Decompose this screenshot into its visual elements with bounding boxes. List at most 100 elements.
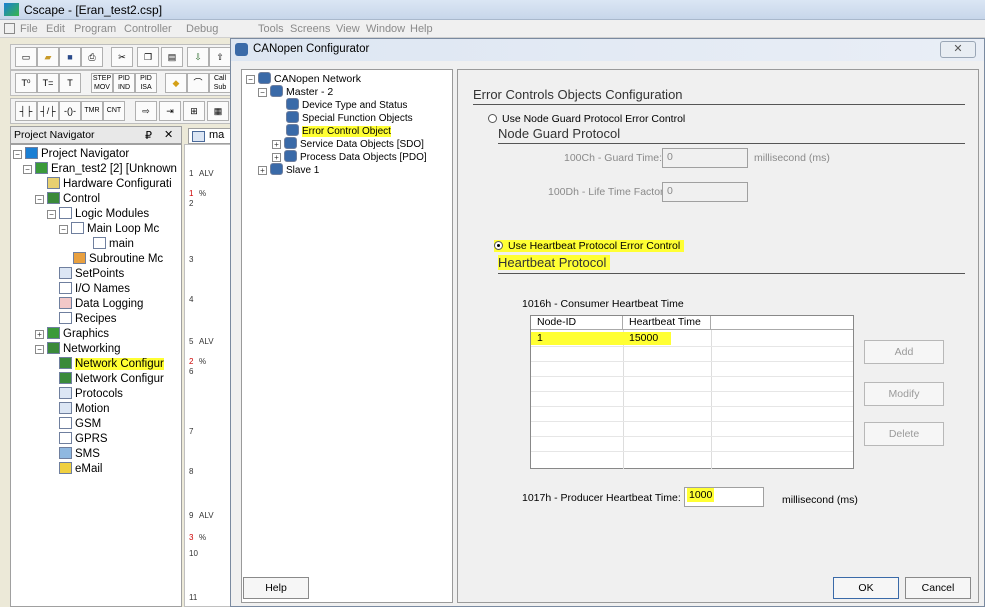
tree-item-io-names[interactable]: I/O Names — [59, 282, 130, 297]
tree-item-control[interactable]: − Control — [35, 192, 100, 207]
collapse-icon[interactable]: − — [35, 345, 44, 354]
slave-icon — [270, 163, 283, 175]
expand-icon[interactable]: + — [258, 166, 267, 175]
print-icon[interactable]: ⎙ — [81, 47, 103, 67]
menu-tools[interactable]: Tools — [258, 23, 284, 35]
tree-item-networking[interactable]: − Networking — [35, 342, 121, 357]
upload-icon[interactable]: ⇧ — [209, 47, 231, 67]
menu-window[interactable]: Window — [366, 23, 405, 35]
menu-view[interactable]: View — [336, 23, 360, 35]
ladder-editor[interactable]: 1 ALV 1 % 2 3 4 5 ALV 2 % 6 7 8 9 ALV 3 … — [184, 144, 232, 607]
app-icon — [4, 3, 19, 16]
menu-file[interactable]: File — [20, 23, 38, 35]
expand-icon[interactable]: + — [272, 140, 281, 149]
collapse-icon[interactable]: − — [258, 88, 267, 97]
grid-icon[interactable]: ▦ — [207, 101, 229, 121]
tag-icon[interactable]: ◆ — [165, 73, 187, 93]
tree-item-hardware[interactable]: Hardware Configurati — [47, 177, 172, 192]
copy-icon[interactable]: ❐ — [137, 47, 159, 67]
open-folder-icon[interactable]: ▰ — [37, 47, 59, 67]
ok-button[interactable]: OK — [833, 577, 899, 599]
tree-item-email[interactable]: eMail — [59, 462, 102, 477]
menu-debug[interactable]: Debug — [186, 23, 218, 35]
text-t-eq-button[interactable]: T= — [37, 73, 59, 93]
collapse-icon[interactable]: − — [47, 210, 56, 219]
collapse-icon[interactable]: − — [23, 165, 32, 174]
tree-item-main-loop[interactable]: − Main Loop Mc — [59, 222, 159, 237]
tree-label: GPRS — [75, 433, 108, 445]
menu-screens[interactable]: Screens — [290, 23, 330, 35]
delete-button[interactable]: Delete — [864, 422, 944, 446]
tree-item-network-config-1[interactable]: Network Configur — [59, 357, 164, 372]
cancel-button[interactable]: Cancel — [905, 577, 971, 599]
contact-no-icon[interactable]: ┤├ — [15, 101, 37, 121]
tree-item-main[interactable]: main — [93, 237, 134, 252]
function-block-icon[interactable]: ⊞ — [183, 101, 205, 121]
menu-file-icon[interactable] — [4, 23, 15, 34]
close-icon[interactable]: ✕ — [164, 128, 173, 141]
expand-icon[interactable]: + — [272, 153, 281, 162]
call-sub-button[interactable]: Call Sub — [209, 73, 231, 93]
dialog-close-button[interactable]: ✕ — [940, 41, 976, 58]
tmr-button[interactable]: TMR — [81, 101, 103, 121]
save-icon[interactable]: ■ — [59, 47, 81, 67]
new-file-icon[interactable]: ▭ — [15, 47, 37, 67]
tree-item-gprs[interactable]: GPRS — [59, 432, 108, 447]
pid-isa-button[interactable]: PID ISA — [135, 73, 157, 93]
download-icon[interactable]: ⇩ — [187, 47, 209, 67]
tree-item-motion[interactable]: Motion — [59, 402, 110, 417]
tree-item-logic-modules[interactable]: − Logic Modules — [47, 207, 149, 222]
coil-icon[interactable]: -()- — [59, 101, 81, 121]
collapse-icon[interactable]: − — [59, 225, 68, 234]
tree-item-sms[interactable]: SMS — [59, 447, 100, 462]
pid-ind-button[interactable]: PID IND — [113, 73, 135, 93]
cnt-button[interactable]: CNT — [103, 101, 125, 121]
text-t-button[interactable]: T — [59, 73, 81, 93]
collapse-icon[interactable]: − — [246, 75, 255, 84]
expand-icon[interactable]: + — [35, 330, 44, 339]
editor-tab[interactable]: ma — [188, 128, 232, 144]
producer-heartbeat-field[interactable]: 1000 — [684, 487, 764, 507]
life-time-factor-field[interactable]: 0 — [662, 182, 748, 202]
cut-icon[interactable]: ✂ — [111, 47, 133, 67]
heartbeat-radio-circle[interactable] — [494, 241, 503, 250]
tree-item-recipes[interactable]: Recipes — [59, 312, 117, 327]
tree-item-network-config-2[interactable]: Network Configur — [59, 372, 164, 387]
tree-item-graphics[interactable]: + Graphics — [35, 327, 109, 342]
node-guard-radio-circle[interactable] — [488, 114, 497, 123]
node-guard-radio[interactable]: Use Node Guard Protocol Error Control — [488, 113, 685, 125]
tree-item-subroutine[interactable]: Subroutine Mc — [73, 252, 163, 267]
tree-item-protocols[interactable]: Protocols — [59, 387, 123, 402]
heartbeat-table[interactable]: Node-ID Heartbeat Time 1 15000 — [530, 315, 854, 469]
contact-nc-icon[interactable]: ┤/├ — [37, 101, 59, 121]
paste-icon[interactable]: ▤ — [161, 47, 183, 67]
curve-icon[interactable]: ⌒ — [187, 73, 209, 93]
cn-item-slave[interactable]: + Slave 1 — [258, 163, 319, 178]
text-t0-button[interactable]: T⁰ — [15, 73, 37, 93]
tree-item-project[interactable]: − Eran_test2 [2] [Unknown — [23, 162, 177, 177]
arrow-right-icon[interactable]: ⇨ — [135, 101, 157, 121]
menu-help[interactable]: Help — [410, 23, 433, 35]
modify-button[interactable]: Modify — [864, 382, 944, 406]
collapse-icon[interactable]: − — [35, 195, 44, 204]
menu-program[interactable]: Program — [74, 23, 116, 35]
table-row[interactable]: 1 15000 — [531, 332, 711, 345]
collapse-icon[interactable]: − — [13, 150, 22, 159]
menu-controller[interactable]: Controller — [124, 23, 172, 35]
heartbeat-radio-label: Use Heartbeat Protocol Error Control — [508, 240, 681, 252]
heartbeat-radio[interactable]: Use Heartbeat Protocol Error Control — [494, 240, 685, 252]
tree-item-gsm[interactable]: GSM — [59, 417, 101, 432]
column-header-heartbeat-time[interactable]: Heartbeat Time — [623, 316, 711, 330]
insert-block-icon[interactable]: ⇥ — [159, 101, 181, 121]
tree-label: Logic Modules — [75, 208, 150, 220]
pin-icon[interactable]: ₽ — [145, 129, 152, 142]
guard-time-field[interactable]: 0 — [662, 148, 748, 168]
column-header-node-id[interactable]: Node-ID — [531, 316, 623, 330]
menu-edit[interactable]: Edit — [46, 23, 65, 35]
help-button[interactable]: Help — [243, 577, 309, 599]
tree-item-setpoints[interactable]: SetPoints — [59, 267, 124, 282]
add-button[interactable]: Add — [864, 340, 944, 364]
tree-item-data-logging[interactable]: Data Logging — [59, 297, 143, 312]
tree-item-root[interactable]: − Project Navigator — [13, 147, 129, 162]
step-mov-button[interactable]: STEP MOV — [91, 73, 113, 93]
